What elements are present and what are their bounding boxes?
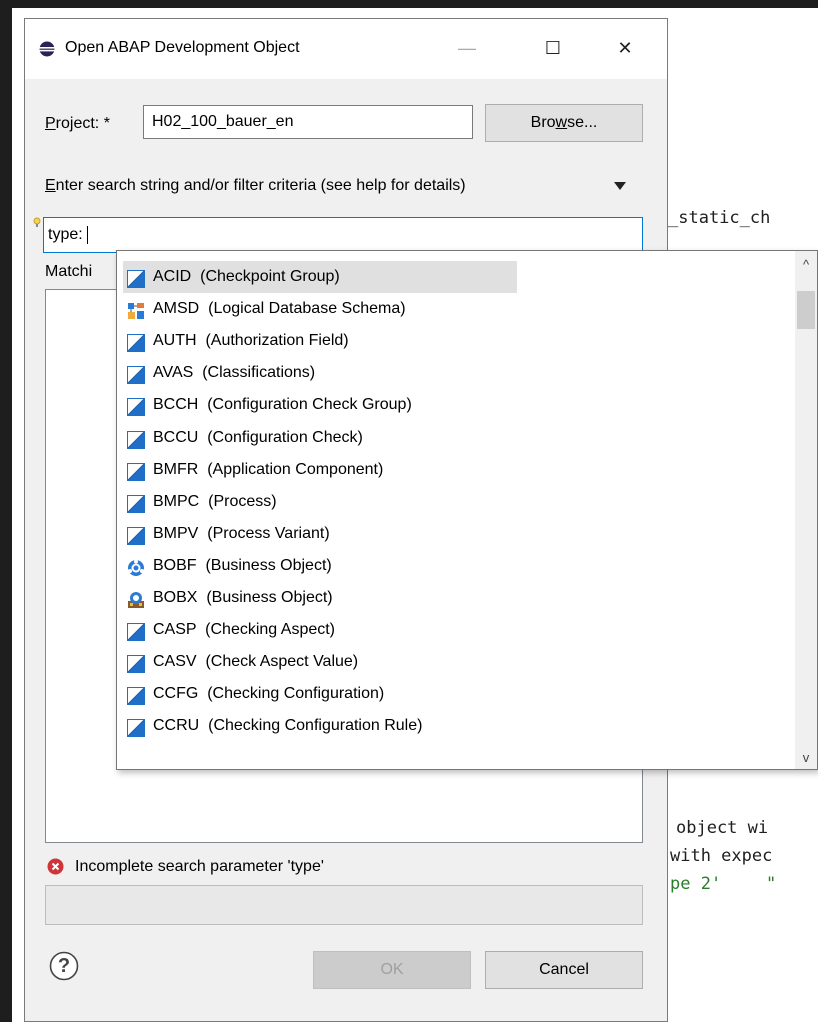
- abap-object-icon: [127, 685, 145, 706]
- search-label-mnemonic: E: [45, 177, 56, 194]
- suggestion-item-auth[interactable]: AUTH (Authorization Field): [123, 325, 633, 357]
- suggestion-item-amsd[interactable]: AMSD (Logical Database Schema): [123, 293, 633, 325]
- cancel-button[interactable]: Cancel: [485, 951, 643, 989]
- suggestion-item-ccru[interactable]: CCRU (Checking Configuration Rule): [123, 710, 633, 742]
- suggestion-item-label: CASP (Checking Aspect): [153, 621, 336, 639]
- close-button[interactable]: ✕: [605, 31, 645, 65]
- abap-object-icon: [127, 621, 145, 642]
- search-input[interactable]: type:: [43, 217, 643, 253]
- suggestion-item-bccu[interactable]: BCCU (Configuration Check): [123, 422, 633, 454]
- browse-label-post: se...: [567, 114, 598, 131]
- top-strip: [0, 0, 818, 8]
- code-line: pe 2': [670, 874, 722, 894]
- code-line: _static_ch: [668, 208, 771, 228]
- help-icon: ?: [57, 955, 71, 977]
- suggestion-item-label: BCCU (Configuration Check): [153, 428, 363, 446]
- abap-object-icon: [127, 461, 145, 481]
- project-label-text: roject: *: [55, 115, 110, 132]
- vertical-scrollbar[interactable]: ^ v: [795, 251, 817, 769]
- suggestion-item-bmfr[interactable]: BMFR (Application Component): [123, 454, 633, 486]
- suggestion-item-label: BOBF (Business Object): [153, 556, 332, 574]
- maximize-button[interactable]: ☐: [533, 31, 573, 65]
- abap-object-icon: [127, 525, 145, 545]
- suggestion-item-bobx[interactable]: BOBX (Business Object): [123, 582, 633, 614]
- scroll-up-arrow[interactable]: ^: [795, 257, 817, 272]
- browse-button[interactable]: Browse...: [485, 104, 643, 142]
- suggestion-item-casp[interactable]: CASP (Checking Aspect): [123, 614, 633, 646]
- suggestion-item-label: BCCH (Configuration Check Group): [153, 396, 412, 414]
- suggestion-item-label: BMFR (Application Component): [153, 460, 384, 478]
- bobx-icon: [127, 589, 145, 608]
- content-assist-popup[interactable]: ACID (Checkpoint Group) AMSD (Logical Dat…: [116, 250, 818, 770]
- dialog-title: Open ABAP Development Object: [65, 39, 300, 56]
- suggestion-item-label: AVAS (Classifications): [153, 364, 316, 382]
- suggestion-item-label: BMPC (Process): [153, 492, 277, 510]
- eclipse-icon: [39, 41, 55, 57]
- abap-object-icon: [127, 717, 145, 738]
- abap-object-icon: [127, 332, 145, 353]
- suggestion-item-acid[interactable]: ACID (Checkpoint Group): [123, 261, 517, 293]
- error-icon: [47, 858, 64, 875]
- abap-object-icon: [127, 493, 145, 513]
- dialog-titlebar[interactable]: Open ABAP Development Object — ☐ ✕: [25, 19, 667, 79]
- project-label: Project: *: [45, 115, 110, 133]
- scroll-down-arrow[interactable]: v: [795, 750, 817, 765]
- project-field[interactable]: H02_100_bauer_en: [143, 105, 473, 139]
- bobf-icon: [127, 557, 145, 576]
- suggestion-item-bcch[interactable]: BCCH (Configuration Check Group): [123, 389, 633, 421]
- abap-object-icon: [127, 429, 145, 449]
- suggestion-item-avas[interactable]: AVAS (Classifications): [123, 357, 633, 389]
- description-field: [45, 885, 643, 925]
- abap-object-icon: [127, 653, 145, 674]
- schema-icon: [127, 300, 145, 320]
- search-label-text: nter search string and/or filter criteri…: [55, 177, 466, 194]
- scroll-thumb[interactable]: [797, 291, 815, 329]
- content-assist-bulb-icon: [33, 217, 41, 227]
- error-message: Incomplete search parameter 'type': [75, 858, 324, 875]
- suggestion-item-label: CASV (Check Aspect Value): [153, 653, 359, 671]
- abap-object-icon: [127, 364, 145, 385]
- suggestion-item-bobf[interactable]: BOBF (Business Object): [123, 550, 633, 582]
- code-line: object wi: [676, 818, 769, 838]
- suggestion-item-label: AUTH (Authorization Field): [153, 332, 349, 350]
- suggestion-item-label: BOBX (Business Object): [153, 589, 333, 606]
- abap-object-icon: [127, 268, 145, 288]
- project-label-mnemonic: P: [45, 115, 56, 132]
- search-input-text: type:: [48, 226, 88, 243]
- search-criteria-label: Enter search string and/or filter criter…: [45, 177, 466, 195]
- suggestion-item-label: BMPV (Process Variant): [153, 524, 330, 542]
- code-line: ": [766, 874, 777, 894]
- suggestion-item-label: CCFG (Checking Configuration): [153, 685, 385, 703]
- suggestion-item-casv[interactable]: CASV (Check Aspect Value): [123, 646, 633, 678]
- dropdown-triangle-icon[interactable]: [613, 181, 627, 191]
- suggestion-item-label: ACID (Checkpoint Group): [153, 268, 340, 285]
- minimize-button[interactable]: —: [447, 31, 487, 65]
- suggestion-item-bmpv[interactable]: BMPV (Process Variant): [123, 518, 633, 550]
- text-cursor: [87, 225, 89, 244]
- suggestion-item-bmpc[interactable]: BMPC (Process): [123, 486, 633, 518]
- matching-items-label: Matchi: [45, 263, 93, 280]
- browse-label-pre: Bro: [530, 114, 556, 131]
- ok-button[interactable]: OK: [313, 951, 471, 989]
- browse-label-mnemonic: w: [555, 114, 568, 131]
- suggestion-item-label: AMSD (Logical Database Schema): [153, 300, 406, 318]
- code-line: with expec: [670, 846, 773, 866]
- suggestion-item-label: CCRU (Checking Configuration Rule): [153, 717, 423, 735]
- abap-object-icon: [127, 396, 145, 417]
- suggestion-item-ccfg[interactable]: CCFG (Checking Configuration): [123, 678, 633, 710]
